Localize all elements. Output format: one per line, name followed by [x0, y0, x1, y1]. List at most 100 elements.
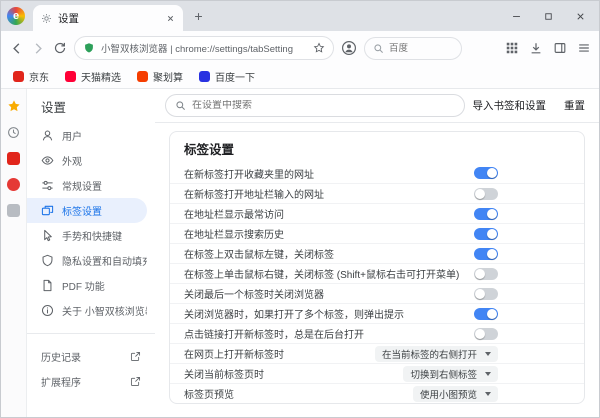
- chevron-down-icon: [485, 392, 491, 396]
- toggle-knob: [487, 209, 497, 219]
- toggle-switch[interactable]: [474, 328, 498, 340]
- sidebar-panel-icon[interactable]: [553, 41, 567, 55]
- settings-search-box[interactable]: [165, 94, 465, 117]
- section-title: 标签设置: [170, 132, 584, 163]
- dropdown-value: 使用小图预览: [420, 387, 477, 401]
- setting-row: 关闭浏览器时，如果打开了多个标签，则弹出提示: [170, 303, 584, 323]
- app-shortcut-icon[interactable]: [7, 178, 20, 191]
- toggle-switch[interactable]: [474, 288, 498, 300]
- toggle-knob: [475, 269, 485, 279]
- bookmark-star-icon[interactable]: [313, 42, 325, 54]
- settings-nav: 设置 用户 外观 常规设置 标签设置: [27, 89, 155, 417]
- sidebar-link-extensions[interactable]: 扩展程序: [27, 369, 155, 394]
- settings-search-input[interactable]: [192, 100, 455, 111]
- setting-row: 在网页上打开新标签时 在当前标签的右侧打开: [170, 343, 584, 363]
- setting-label: 在标签上双击鼠标左键，关闭标签: [184, 246, 334, 261]
- setting-label: 关闭浏览器时，如果打开了多个标签，则弹出提示: [184, 306, 404, 321]
- sidebar-item-about[interactable]: 关于 小智双核浏览器: [27, 298, 147, 323]
- search-icon: [175, 100, 186, 111]
- sidebar-item-label: 用户: [62, 128, 82, 143]
- sidebar-item-gestures[interactable]: 手势和快捷键: [27, 223, 147, 248]
- bookmark-label: 京东: [29, 69, 49, 84]
- window-controls: [503, 6, 593, 26]
- setting-row: 在地址栏显示搜索历史: [170, 223, 584, 243]
- history-clock-icon[interactable]: [7, 126, 20, 139]
- app-shortcut-icon[interactable]: [7, 152, 20, 165]
- sidebar-item-user[interactable]: 用户: [27, 123, 147, 148]
- reset-button[interactable]: 重置: [564, 98, 585, 113]
- toolbar-right-icons: [505, 41, 591, 55]
- settings-header: 导入书签和设置 重置: [155, 89, 599, 123]
- settings-page: 设置 用户 外观 常规设置 标签设置: [27, 89, 599, 417]
- shield-icon: [41, 254, 54, 267]
- external-link-icon: [130, 376, 141, 387]
- dropdown-open-new-tab-position[interactable]: 在当前标签的右侧打开: [375, 346, 498, 362]
- close-button[interactable]: [567, 6, 593, 26]
- toggle-switch[interactable]: [474, 268, 498, 280]
- logo-letter: e: [13, 10, 19, 22]
- bookmark-item[interactable]: 百度一下: [199, 69, 255, 84]
- toggle-switch[interactable]: [474, 167, 498, 179]
- bookmark-label: 天猫精选: [81, 69, 121, 84]
- bookmark-item[interactable]: 京东: [13, 69, 49, 84]
- cursor-icon: [41, 229, 54, 242]
- import-bookmarks-button[interactable]: 导入书签和设置: [473, 98, 547, 113]
- address-bar[interactable]: [74, 36, 334, 60]
- header-buttons: 导入书签和设置 重置: [473, 98, 586, 113]
- toggle-switch[interactable]: [474, 248, 498, 260]
- user-icon: [41, 129, 54, 142]
- sidebar-item-general[interactable]: 常规设置: [27, 173, 147, 198]
- apps-grid-icon[interactable]: [505, 41, 519, 55]
- sidebar-item-label: 标签设置: [62, 203, 102, 218]
- tab-title: 设置: [58, 11, 160, 26]
- setting-label: 在新标签打开收藏夹里的网址: [184, 166, 314, 181]
- sidebar-link-label: 扩展程序: [41, 374, 81, 389]
- sidebar-item-label: 关于 小智双核浏览器: [62, 303, 147, 318]
- url-input[interactable]: [101, 43, 307, 54]
- toggle-knob: [487, 229, 497, 239]
- setting-label: 在网页上打开新标签时: [184, 346, 284, 361]
- settings-main: 导入书签和设置 重置 标签设置 在新标签打开收藏夹里的网址 在新标签打开地址栏输…: [155, 89, 599, 417]
- bookmark-item[interactable]: 聚划算: [137, 69, 183, 84]
- sidebar-item-appearance[interactable]: 外观: [27, 148, 147, 173]
- bookmark-label: 聚划算: [153, 69, 183, 84]
- sidebar-item-privacy[interactable]: 隐私设置和自动填充: [27, 248, 147, 273]
- toggle-knob: [475, 329, 485, 339]
- info-icon: [41, 304, 54, 317]
- minimize-button[interactable]: [503, 6, 529, 26]
- sidebar-link-history[interactable]: 历史记录: [27, 344, 155, 369]
- sidebar-item-label: 隐私设置和自动填充: [62, 253, 147, 268]
- favorites-star-icon[interactable]: [7, 99, 21, 113]
- refresh-icon[interactable]: [53, 41, 67, 55]
- security-shield-icon[interactable]: [83, 42, 95, 54]
- download-icon[interactable]: [529, 41, 543, 55]
- settings-scroll-area[interactable]: 标签设置 在新标签打开收藏夹里的网址 在新标签打开地址栏输入的网址 在地址栏显示…: [155, 123, 599, 417]
- sidebar-item-tabs[interactable]: 标签设置: [27, 198, 147, 223]
- dropdown-tab-preview[interactable]: 使用小图预览: [413, 386, 498, 402]
- forward-icon[interactable]: [31, 41, 46, 56]
- setting-label: 标签页预览: [184, 386, 234, 401]
- app-shortcut-icon[interactable]: [7, 204, 20, 217]
- quick-search-input[interactable]: [389, 43, 453, 54]
- toggle-switch[interactable]: [474, 188, 498, 200]
- quick-search-box[interactable]: [364, 37, 462, 60]
- sidebar-item-label: PDF 功能: [62, 278, 105, 293]
- new-tab-button[interactable]: [193, 11, 204, 22]
- menu-icon[interactable]: [577, 41, 591, 55]
- jd-favicon-icon: [13, 71, 24, 82]
- bookmark-item[interactable]: 天猫精选: [65, 69, 121, 84]
- setting-label: 关闭最后一个标签时关闭浏览器: [184, 286, 324, 301]
- tab-settings[interactable]: 设置: [33, 5, 183, 31]
- toggle-switch[interactable]: [474, 308, 498, 320]
- maximize-button[interactable]: [535, 6, 561, 26]
- toggle-switch[interactable]: [474, 208, 498, 220]
- tab-close-icon[interactable]: [166, 14, 175, 23]
- dropdown-close-current-tab[interactable]: 切换到右侧标签: [403, 366, 498, 382]
- sidebar-item-pdf[interactable]: PDF 功能: [27, 273, 147, 298]
- toggle-knob: [487, 309, 497, 319]
- user-avatar-icon[interactable]: [341, 40, 357, 56]
- back-icon[interactable]: [9, 41, 24, 56]
- toggle-switch[interactable]: [474, 228, 498, 240]
- side-app-strip: [1, 89, 27, 417]
- chevron-down-icon: [485, 372, 491, 376]
